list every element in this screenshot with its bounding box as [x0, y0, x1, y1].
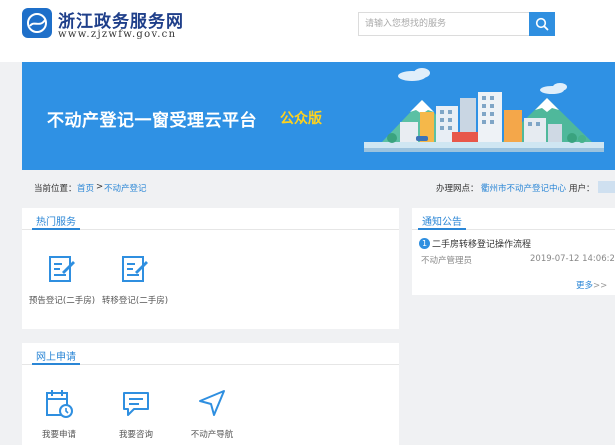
breadcrumb-separator: > — [96, 182, 104, 192]
search-button[interactable] — [529, 12, 555, 36]
form-edit-icon — [49, 256, 75, 282]
hot-services-title[interactable]: 热门服务 — [32, 208, 80, 230]
breadcrumb-label: 当前位置： — [34, 184, 77, 194]
online-apply-title[interactable]: 网上申请 — [32, 343, 80, 365]
breadcrumb: 当前位置： 首页 > 不动产登记 办理网点： 衢州市不动产登记中心 用户： — [22, 178, 615, 198]
zjzwfw-logo-icon[interactable] — [22, 8, 52, 38]
user-avatar[interactable] — [598, 181, 615, 193]
breadcrumb-current[interactable]: 不动产登记 — [104, 182, 147, 194]
site-header: 浙江政务服务网 www.zjzwfw.gov.cn — [0, 0, 615, 62]
notice-panel: 通知公告 1 二手房转移登记操作流程 不动产管理员 2019-07-12 14:… — [412, 208, 615, 295]
notice-item-title[interactable]: 二手房转移登记操作流程 — [432, 237, 531, 250]
breadcrumb-home-link[interactable]: 首页 — [77, 182, 94, 194]
notice-item-time: 2019-07-12 14:06:23 — [530, 254, 615, 264]
notice-more-arrow: >> — [593, 281, 608, 291]
service-label: 转移登记(二手房) — [101, 296, 169, 306]
online-item-label: 不动产导航 — [190, 430, 234, 440]
chat-icon — [123, 392, 149, 416]
notice-number-badge: 1 — [419, 238, 430, 249]
banner-tag: 公众版 — [280, 111, 322, 127]
search-input[interactable] — [358, 12, 529, 36]
notice-item-author: 不动产管理员 — [421, 256, 473, 266]
hero-banner: 不动产登记一窗受理云平台 公众版 — [22, 62, 615, 170]
office-link[interactable]: 衢州市不动产登记中心 — [481, 182, 566, 194]
user-label: 用户： — [569, 184, 595, 194]
form-edit-icon — [122, 256, 148, 282]
navigation-icon — [199, 390, 225, 416]
hot-services-panel: 热门服务 预告登记(二手房) 转移登记(二手房) — [22, 208, 399, 329]
brand-url: www.zjzwfw.gov.cn — [58, 29, 177, 40]
calendar-clock-icon — [46, 390, 73, 418]
search-icon — [535, 17, 549, 31]
online-apply-panel: 网上申请 我要申请 我要咨询 不动产导航 — [22, 343, 399, 445]
notice-title[interactable]: 通知公告 — [418, 208, 466, 230]
office-label: 办理网点： — [436, 184, 479, 194]
notice-more-link[interactable]: 更多>> — [576, 279, 607, 291]
city-illustration-icon — [364, 68, 604, 152]
notice-more-label: 更多 — [576, 281, 594, 291]
banner-title: 不动产登记一窗受理云平台 — [47, 111, 257, 131]
